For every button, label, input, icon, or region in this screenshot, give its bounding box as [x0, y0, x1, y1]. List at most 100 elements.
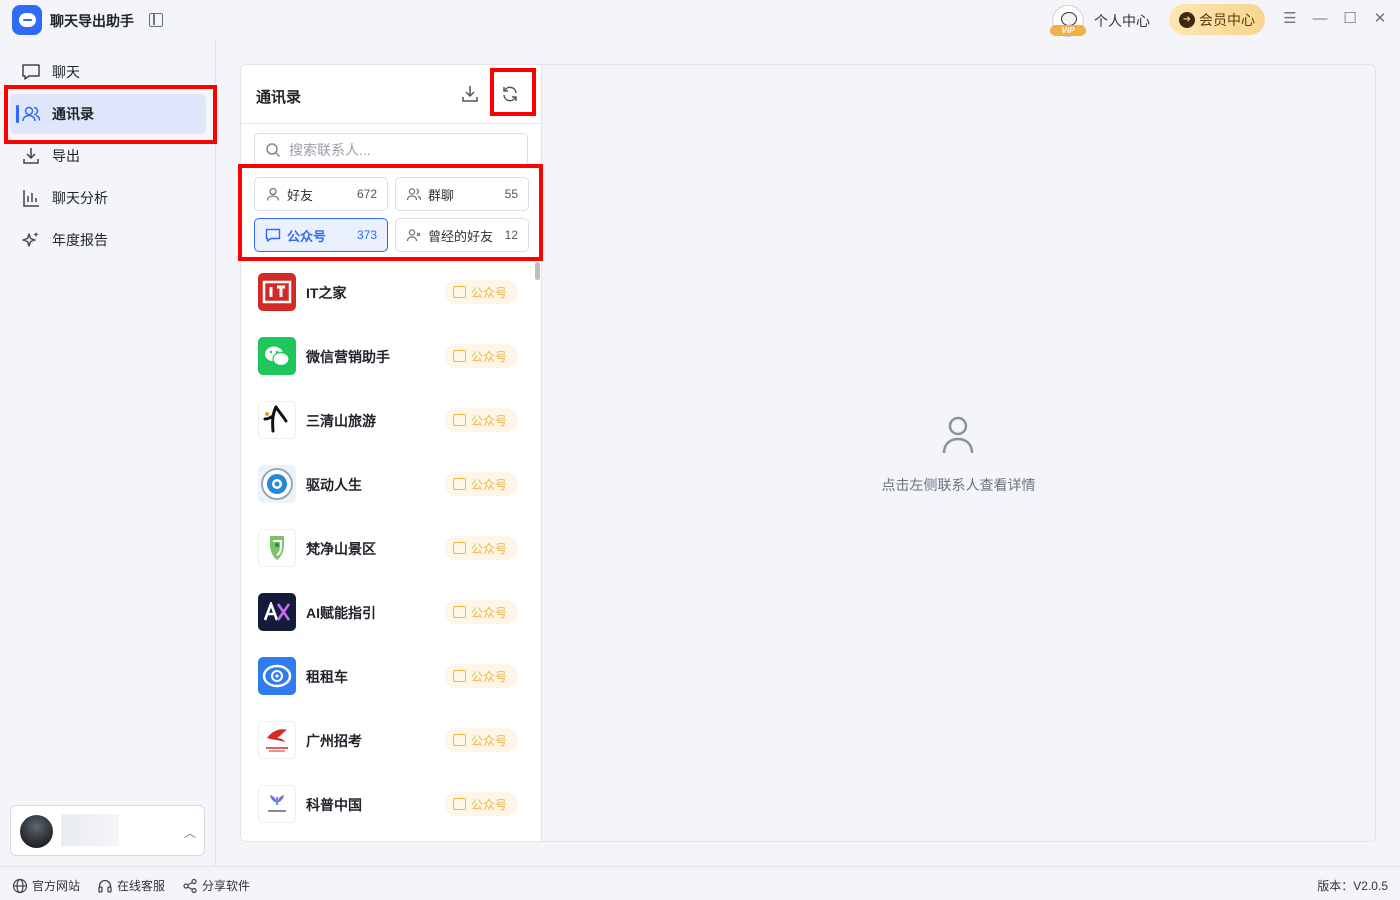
fanjingshan-logo-icon [258, 529, 296, 567]
guangzhou-zhaokao-logo-icon [258, 721, 296, 759]
sparkle-icon [20, 229, 42, 251]
message-square-icon [265, 227, 281, 243]
refresh-icon[interactable] [500, 84, 520, 104]
contacts-icon [20, 103, 42, 125]
official-account-tag: 公众号 [445, 472, 518, 496]
download-icon[interactable] [460, 84, 480, 104]
filter-label: 好友 [287, 187, 314, 203]
message-square-icon [453, 350, 466, 362]
sidebar-item-label: 聊天分析 [52, 190, 108, 206]
group-icon [406, 186, 422, 202]
message-square-icon [453, 606, 466, 618]
tag-label: 公众号 [471, 349, 508, 364]
menu-icon[interactable]: ☰ [1282, 11, 1298, 27]
sidebar-item-contacts[interactable]: 通讯录 [10, 94, 206, 134]
online-service-link[interactable]: 在线客服 [97, 877, 165, 894]
minimize-icon[interactable]: — [1312, 11, 1328, 27]
filter-friends[interactable]: 好友 672 [254, 177, 388, 211]
sidebar-item-label: 年度报告 [52, 232, 108, 248]
filter-official-accounts[interactable]: 公众号 373 [254, 218, 388, 252]
filter-label: 曾经的好友 [428, 228, 494, 244]
chat-icon [20, 61, 42, 83]
message-square-icon [453, 414, 466, 426]
list-item[interactable]: 微信营销助手 公众号 [241, 324, 531, 388]
list-item[interactable]: 驱动人生 公众号 [241, 452, 531, 516]
filter-groups[interactable]: 群聊 55 [395, 177, 529, 211]
empty-state-text: 点击左侧联系人查看详情 [881, 477, 1036, 493]
message-square-icon [453, 670, 466, 682]
list-item[interactable]: AI赋能指引 公众号 [241, 580, 531, 644]
contacts-panel: 通讯录 好友 672 群聊 55 公众号 373 曾经的 [240, 64, 542, 842]
user-removed-icon [406, 227, 422, 243]
bar-chart-icon [20, 187, 42, 209]
sidebar-item-label: 导出 [52, 148, 80, 164]
personal-center-link[interactable]: 个人中心 [1094, 11, 1150, 31]
tag-label: 公众号 [471, 541, 508, 556]
list-item[interactable]: IT之家 公众号 [241, 260, 531, 324]
official-account-tag: 公众号 [445, 344, 518, 368]
list-item[interactable]: 租租车 公众号 [241, 644, 531, 708]
sidebar: 聊天 通讯录 导出 聊天分析 年度报告 ︿ [0, 40, 216, 866]
avatar [20, 815, 53, 848]
sidebar-item-annual-report[interactable]: 年度报告 [10, 220, 206, 260]
app-logo-icon [12, 5, 42, 35]
contact-name: 三清山旅游 [306, 413, 376, 429]
contact-name: 驱动人生 [306, 477, 362, 493]
filter-former-friends[interactable]: 曾经的好友 12 [395, 218, 529, 252]
message-square-icon [453, 798, 466, 810]
headset-icon [98, 879, 112, 893]
tag-label: 公众号 [471, 413, 508, 428]
arrow-right-icon: ➜ [1179, 11, 1195, 28]
sanqingshan-logo-icon [258, 401, 296, 439]
filter-label: 群聊 [428, 187, 455, 203]
user-icon [265, 186, 281, 202]
title-bar: 聊天导出助手 VIP 个人中心 ➜ 会员中心 ☰ — ☐ ✕ [0, 0, 1400, 40]
sidebar-item-label: 聊天 [52, 64, 80, 80]
list-item[interactable]: 三清山旅游 公众号 [241, 388, 531, 452]
user-account-card[interactable]: ︿ [10, 805, 205, 856]
member-center-button[interactable]: ➜ 会员中心 [1169, 4, 1265, 35]
message-square-icon [453, 734, 466, 746]
official-site-link[interactable]: 官方网站 [12, 877, 80, 894]
search-icon [265, 142, 281, 158]
share-software-link[interactable]: 分享软件 [182, 877, 250, 894]
message-square-icon [453, 478, 466, 490]
contact-name: IT之家 [306, 285, 347, 301]
official-account-tag: 公众号 [445, 728, 518, 752]
sidebar-item-label: 通讯录 [52, 106, 94, 122]
filter-label: 公众号 [287, 228, 327, 244]
tag-label: 公众号 [471, 669, 508, 684]
contact-name: 广州招考 [306, 733, 362, 749]
wechat-logo-icon [258, 337, 296, 375]
vip-badge: VIP [1050, 25, 1086, 36]
contact-name: 租租车 [306, 669, 348, 685]
tag-label: 公众号 [471, 797, 508, 812]
zuzuche-logo-icon [258, 657, 296, 695]
maximize-icon[interactable]: ☐ [1342, 11, 1358, 27]
search-input[interactable] [289, 141, 509, 158]
app-title: 聊天导出助手 [50, 13, 134, 29]
contact-name: 微信营销助手 [306, 349, 390, 365]
filter-count: 12 [504, 228, 518, 242]
footer-label: 官方网站 [32, 879, 81, 893]
sidebar-item-chat[interactable]: 聊天 [10, 52, 206, 92]
list-item[interactable]: 广州招考 公众号 [241, 708, 531, 772]
filter-count: 672 [356, 187, 377, 201]
user-placeholder-icon [940, 415, 976, 455]
kepu-china-logo-icon [258, 785, 296, 823]
sidebar-item-chat-analysis[interactable]: 聊天分析 [10, 178, 206, 218]
sidebar-item-export[interactable]: 导出 [10, 136, 206, 176]
official-account-tag: 公众号 [445, 280, 518, 304]
tag-label: 公众号 [471, 733, 508, 748]
contact-detail-panel: 点击左侧联系人查看详情 [541, 64, 1376, 842]
message-square-icon [453, 542, 466, 554]
collapse-sidebar-icon[interactable] [149, 13, 163, 27]
official-account-tag: 公众号 [445, 600, 518, 624]
divider [241, 123, 542, 124]
list-item[interactable]: 梵净山景区 公众号 [241, 516, 531, 580]
footer-label: 在线客服 [117, 879, 166, 893]
close-icon[interactable]: ✕ [1372, 11, 1388, 27]
list-scrollbar[interactable] [535, 262, 540, 280]
list-item[interactable]: 科普中国 公众号 [241, 772, 531, 836]
filter-count: 373 [356, 228, 377, 242]
